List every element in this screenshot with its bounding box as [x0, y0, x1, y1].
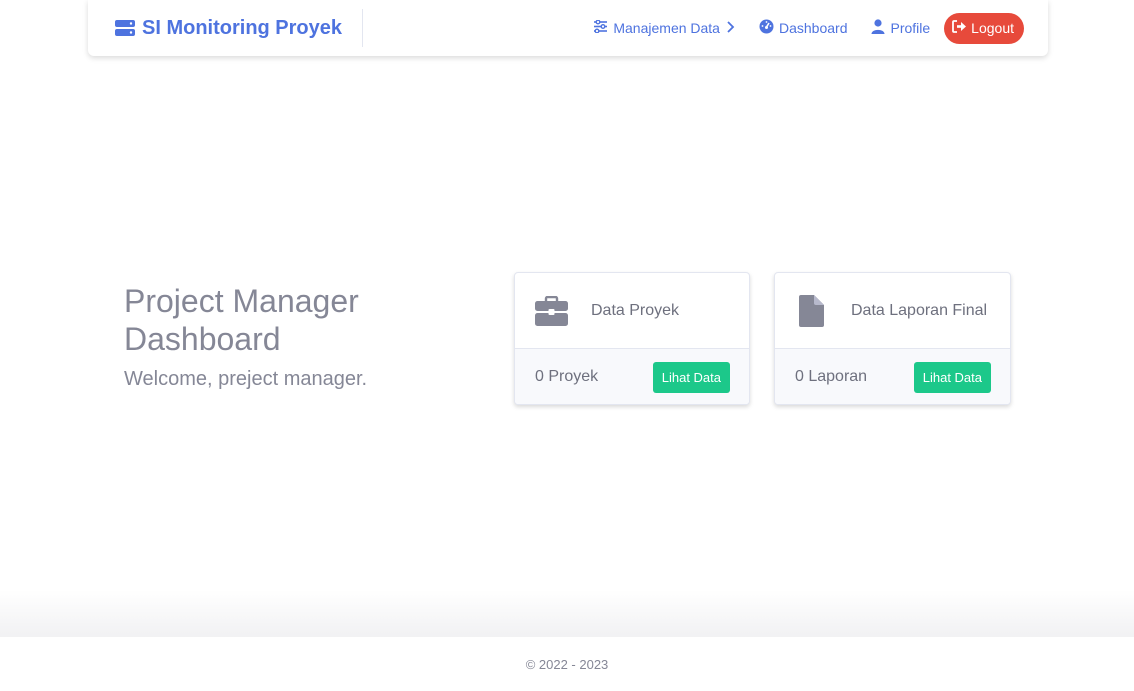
card-footer: 0 Laporan Lihat Data [775, 349, 1010, 404]
server-icon [114, 19, 136, 37]
chevron-right-icon [725, 20, 735, 36]
top-navbar: SI Monitoring Proyek Manajemen Data Dash… [88, 0, 1048, 56]
card-data-laporan-final: Data Laporan Final 0 Laporan Lihat Data [774, 272, 1011, 405]
lihat-data-proyek-button[interactable]: Lihat Data [652, 361, 730, 393]
page-footer: © 2022 - 2023 [0, 637, 1134, 691]
footer-shadow [0, 590, 1134, 637]
sliders-icon [593, 20, 608, 36]
laporan-count: 0 Laporan [795, 368, 868, 385]
nav-dashboard-label: Dashboard [778, 20, 848, 36]
nav-profile[interactable]: Profile [871, 19, 930, 37]
nav-manajemen-data[interactable]: Manajemen Data [593, 20, 735, 36]
logout-label: Logout [971, 20, 1014, 36]
nav-manajemen-data-label: Manajemen Data [613, 20, 720, 36]
sign-out-icon [952, 20, 967, 36]
nav-profile-label: Profile [890, 20, 931, 36]
file-icon [793, 294, 829, 327]
card-header: Data Laporan Final [775, 273, 1010, 349]
welcome-text: Welcome, preject manager. [124, 368, 368, 390]
gauge-icon [759, 19, 774, 37]
lihat-data-laporan-button[interactable]: Lihat Data [913, 361, 991, 393]
briefcase-icon [533, 295, 569, 326]
card-header: Data Proyek [515, 273, 749, 349]
nav-dashboard[interactable]: Dashboard [759, 19, 848, 37]
logout-button[interactable]: Logout [944, 12, 1024, 44]
card-data-proyek: Data Proyek 0 Proyek Lihat Data [514, 272, 750, 405]
card-title: Data Laporan Final [851, 301, 988, 319]
card-footer: 0 Proyek Lihat Data [515, 349, 749, 404]
nav-links: Manajemen Data Dashboard Profile Logout [569, 12, 1024, 44]
page-title: Project Manager Dashboard [124, 283, 359, 357]
proyek-count: 0 Proyek [535, 368, 599, 385]
copyright-text: © 2022 - 2023 [525, 656, 609, 672]
user-icon [871, 19, 885, 37]
brand-link[interactable]: SI Monitoring Proyek [114, 9, 364, 47]
brand-title: SI Monitoring Proyek [142, 16, 343, 39]
card-title: Data Proyek [591, 301, 680, 319]
